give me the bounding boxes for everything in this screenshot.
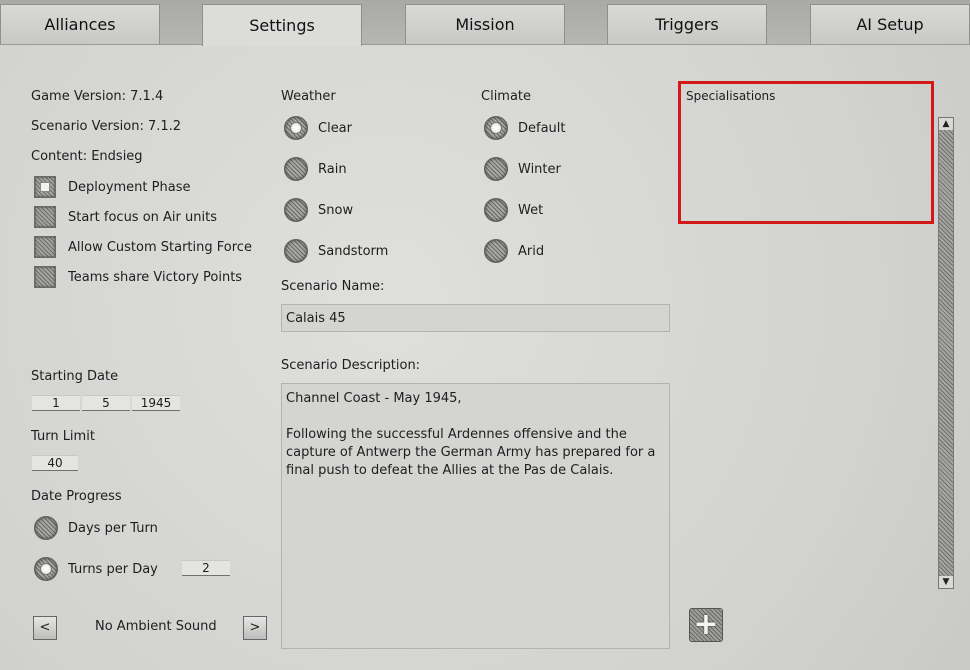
date-progress-label: Date Progress [31,489,122,504]
share-vp-label: Teams share Victory Points [68,270,243,285]
climate-winter-label: Winter [518,162,561,177]
start-day-field[interactable]: 1 [32,395,80,411]
ambient-sound-label: No Ambient Sound [95,619,217,634]
air-focus-checkbox[interactable] [34,206,56,228]
climate-label: Climate [481,89,532,104]
content-label: Content: Endsieg [31,149,143,164]
climate-wet-label: Wet [518,203,544,218]
weather-rain-radio[interactable] [284,157,308,181]
description-line: Channel Coast - May 1945, [286,391,462,406]
weather-rain-label: Rain [318,162,347,177]
days-per-turn-radio[interactable] [34,516,58,540]
turns-per-day-field[interactable]: 2 [182,560,230,576]
weather-sandstorm-radio[interactable] [284,239,308,263]
custom-force-label: Allow Custom Starting Force [68,240,252,255]
share-vp-checkbox[interactable] [34,266,56,288]
air-focus-label: Start focus on Air units [68,210,217,225]
tab-ai-setup[interactable]: AI Setup [810,4,970,44]
scenario-name-label: Scenario Name: [281,279,385,294]
turns-per-day-radio[interactable] [34,557,58,581]
deployment-phase-checkbox[interactable] [34,176,56,198]
climate-default-label: Default [518,121,566,136]
climate-arid-radio[interactable] [484,239,508,263]
climate-arid-label: Arid [518,244,545,259]
turn-limit-field[interactable]: 40 [32,455,78,471]
start-year-field[interactable]: 1945 [132,395,180,411]
game-version-label: Game Version: 7.1.4 [31,89,164,104]
scroll-down-icon[interactable]: ▼ [939,576,953,588]
deployment-phase-label: Deployment Phase [68,180,191,195]
weather-label: Weather [281,89,336,104]
scenario-version-label: Scenario Version: 7.1.2 [31,119,182,134]
add-specialisation-button[interactable]: + [689,608,723,642]
tab-alliances[interactable]: Alliances [0,4,160,44]
weather-clear-radio[interactable] [284,116,308,140]
scenario-description-textarea[interactable]: Channel Coast - May 1945, Following the … [281,383,670,649]
settings-panel: Game Version: 7.1.4 Scenario Version: 7.… [0,44,970,670]
ambient-next-button[interactable]: > [243,616,267,640]
weather-clear-label: Clear [318,121,352,136]
starting-date-label: Starting Date [31,369,119,384]
turn-limit-label: Turn Limit [31,429,95,444]
ambient-prev-button[interactable]: < [33,616,57,640]
weather-snow-label: Snow [318,203,354,218]
climate-wet-radio[interactable] [484,198,508,222]
tab-settings[interactable]: Settings [202,4,362,46]
scroll-up-icon[interactable]: ▲ [939,118,953,130]
tab-mission[interactable]: Mission [405,4,565,44]
days-per-turn-label: Days per Turn [68,521,158,536]
scenario-name-input[interactable]: Calais 45 [281,304,670,332]
description-paragraph: Following the successful Ardennes offens… [286,427,656,478]
climate-default-radio[interactable] [484,116,508,140]
check-mark-icon [40,182,50,192]
radio-selected-dot [490,122,502,134]
radio-selected-dot [40,563,52,575]
start-month-field[interactable]: 5 [82,395,130,411]
turns-per-day-label: Turns per Day [68,562,158,577]
climate-winter-radio[interactable] [484,157,508,181]
weather-sandstorm-label: Sandstorm [318,244,389,259]
tab-triggers[interactable]: Triggers [607,4,767,44]
tab-bar: Alliances Settings Mission Triggers AI S… [0,0,970,46]
radio-selected-dot [290,122,302,134]
specialisations-scrollbar[interactable]: ▲ ▼ [938,117,954,589]
scenario-description-label: Scenario Description: [281,358,421,373]
custom-force-checkbox[interactable] [34,236,56,258]
plus-icon: + [693,607,719,642]
specialisations-label: Specialisations [686,89,776,103]
weather-snow-radio[interactable] [284,198,308,222]
